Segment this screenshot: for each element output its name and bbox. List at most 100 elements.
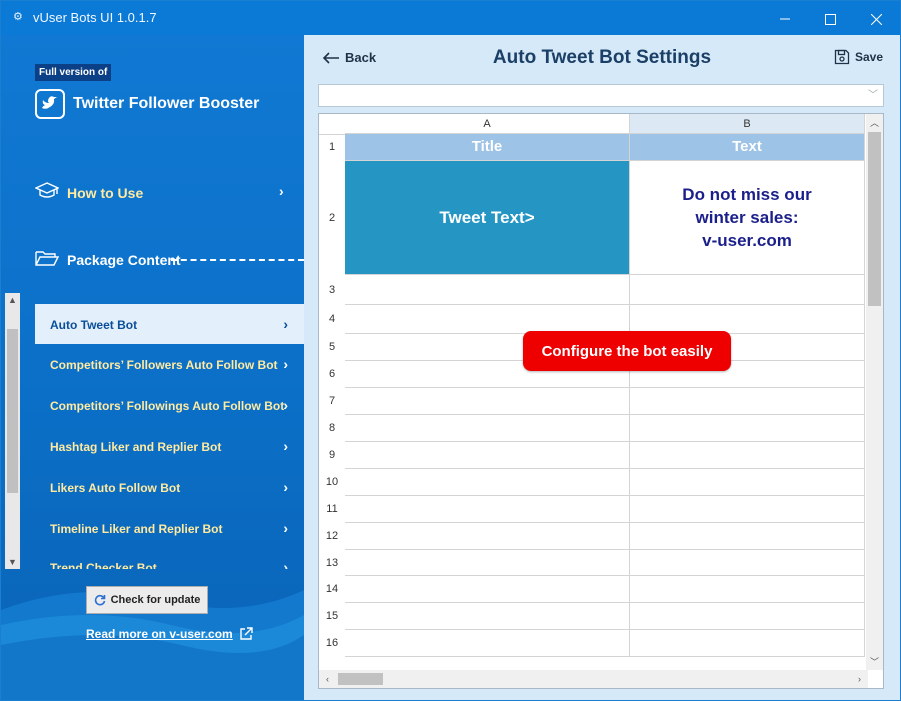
empty-cell[interactable] xyxy=(630,388,865,415)
cell-b2[interactable]: Do not miss our winter sales: v-user.com xyxy=(630,161,865,275)
nav-how-to-use-label: How to Use xyxy=(67,184,144,201)
row-header[interactable]: 4 xyxy=(319,305,345,334)
row-header[interactable]: 14 xyxy=(319,576,345,603)
cell-b2-line: winter sales: xyxy=(695,208,799,227)
scroll-left-icon[interactable]: ‹ xyxy=(319,670,336,688)
bot-item-competitors-followings[interactable]: Competitors’ Followings Auto Follow Bot … xyxy=(35,385,304,425)
empty-cell[interactable] xyxy=(630,469,865,496)
empty-cell[interactable] xyxy=(345,415,630,442)
bird-logo-icon xyxy=(35,89,65,119)
row-header[interactable]: 13 xyxy=(319,550,345,576)
page-title: Auto Tweet Bot Settings xyxy=(492,47,712,68)
empty-cell[interactable] xyxy=(345,603,630,630)
graduation-cap-icon xyxy=(34,182,60,203)
bot-item-label: Trend Checker Bot xyxy=(50,561,157,569)
empty-cell[interactable] xyxy=(345,576,630,603)
scroll-down-icon[interactable]: ﹀ xyxy=(866,655,883,668)
sidebar-scrollbar[interactable]: ▲ ▼ xyxy=(5,293,20,569)
sidebar: Full version of Twitter Follower Booster… xyxy=(1,35,304,700)
bot-item-label: Competitors’ Followings Auto Follow Bot xyxy=(50,399,285,413)
sheet-hscroll-thumb[interactable] xyxy=(338,673,383,685)
bot-item-label: Competitors’ Followers Auto Follow Bot xyxy=(50,358,278,372)
scroll-up-icon[interactable]: ▲ xyxy=(5,295,20,305)
chevron-right-icon: › xyxy=(283,520,288,536)
scroll-right-icon[interactable]: › xyxy=(851,670,868,688)
empty-cell[interactable] xyxy=(345,388,630,415)
folder-open-icon xyxy=(35,249,60,270)
empty-cell[interactable] xyxy=(630,576,865,603)
row-header[interactable]: 1 xyxy=(319,134,345,161)
close-button[interactable] xyxy=(853,1,899,35)
sheet-vertical-scrollbar[interactable]: ︿ ﹀ xyxy=(866,114,883,670)
row-header[interactable]: 7 xyxy=(319,388,345,415)
nav-package-content-label: Package Content xyxy=(67,251,181,268)
column-header-b[interactable]: B xyxy=(630,114,865,134)
row-header[interactable]: 16 xyxy=(319,630,345,657)
empty-cell[interactable] xyxy=(630,630,865,657)
bot-item-likers-auto-follow[interactable]: Likers Auto Follow Bot › xyxy=(35,467,304,507)
chevron-right-icon: › xyxy=(283,316,288,332)
sheet-corner xyxy=(319,114,346,135)
app-name: Twitter Follower Booster xyxy=(73,95,260,112)
spreadsheet[interactable]: A B 1 2 3 4 5 6 7 8 9 10 11 12 13 14 15 16 Title Text T… xyxy=(318,113,884,689)
refresh-icon xyxy=(94,594,105,606)
read-more-link[interactable]: Read more on v-user.com xyxy=(86,627,253,641)
chevron-right-icon: › xyxy=(283,438,288,454)
external-link-icon xyxy=(240,627,253,640)
sidebar-scroll-thumb[interactable] xyxy=(7,329,18,493)
bot-item-trend-checker[interactable]: Trend Checker Bot › xyxy=(35,549,304,569)
cell-b1[interactable]: Text xyxy=(630,134,865,161)
bot-item-hashtag-liker[interactable]: Hashtag Liker and Replier Bot › xyxy=(35,426,304,466)
minimize-button[interactable] xyxy=(762,1,808,35)
sheet-select-dropdown[interactable]: ﹀ xyxy=(318,84,884,107)
row-header[interactable]: 3 xyxy=(319,275,345,305)
empty-cell[interactable] xyxy=(630,496,865,523)
nav-how-to-use[interactable]: How to Use › xyxy=(34,182,292,203)
column-header-a[interactable]: A xyxy=(345,114,630,134)
sheet-vscroll-thumb[interactable] xyxy=(868,132,881,306)
empty-cell[interactable] xyxy=(345,630,630,657)
empty-cell[interactable] xyxy=(345,550,630,576)
bot-item-timeline-liker[interactable]: Timeline Liker and Replier Bot › xyxy=(35,508,304,548)
check-update-button[interactable]: Check for update xyxy=(86,586,208,614)
row-header[interactable]: 12 xyxy=(319,523,345,550)
nav-package-content[interactable]: Package Content xyxy=(35,249,181,270)
row-header[interactable]: 6 xyxy=(319,361,345,388)
empty-cell[interactable] xyxy=(345,275,630,305)
scroll-up-icon[interactable]: ︿ xyxy=(866,116,883,129)
bot-item-label: Auto Tweet Bot xyxy=(50,318,138,332)
save-button[interactable]: Save xyxy=(834,49,883,65)
empty-cell[interactable] xyxy=(345,305,630,334)
bot-item-auto-tweet[interactable]: Auto Tweet Bot › xyxy=(35,304,304,344)
cell-a1[interactable]: Title xyxy=(345,134,630,161)
empty-cell[interactable] xyxy=(345,496,630,523)
empty-cell[interactable] xyxy=(630,415,865,442)
empty-cell[interactable] xyxy=(630,275,865,305)
empty-cell[interactable] xyxy=(630,442,865,469)
empty-cell[interactable] xyxy=(630,305,865,334)
empty-cell[interactable] xyxy=(630,603,865,630)
row-header[interactable]: 11 xyxy=(319,496,345,523)
scroll-down-icon[interactable]: ▼ xyxy=(5,557,20,567)
row-header[interactable]: 9 xyxy=(319,442,345,469)
bot-item-label: Hashtag Liker and Replier Bot xyxy=(50,440,222,454)
chevron-down-icon[interactable]: ﹀ xyxy=(865,87,881,104)
empty-cell[interactable] xyxy=(345,469,630,496)
empty-cell[interactable] xyxy=(630,550,865,576)
version-badge: Full version of xyxy=(35,64,112,81)
maximize-button[interactable] xyxy=(807,1,853,35)
row-header[interactable]: 2 xyxy=(319,161,345,275)
sheet-horizontal-scrollbar[interactable]: ‹ › xyxy=(319,670,868,688)
cell-a2[interactable]: Tweet Text> xyxy=(345,161,630,275)
row-header[interactable]: 5 xyxy=(319,334,345,361)
chevron-right-icon: › xyxy=(283,479,288,495)
row-header[interactable]: 8 xyxy=(319,415,345,442)
empty-cell[interactable] xyxy=(345,523,630,550)
app-icon: ⚙ xyxy=(13,11,23,23)
bot-item-competitors-followers[interactable]: Competitors’ Followers Auto Follow Bot › xyxy=(35,344,304,384)
row-header[interactable]: 15 xyxy=(319,603,345,630)
empty-cell[interactable] xyxy=(630,523,865,550)
empty-cell[interactable] xyxy=(345,442,630,469)
read-more-label: Read more on v-user.com xyxy=(86,627,233,641)
row-header[interactable]: 10 xyxy=(319,469,345,496)
